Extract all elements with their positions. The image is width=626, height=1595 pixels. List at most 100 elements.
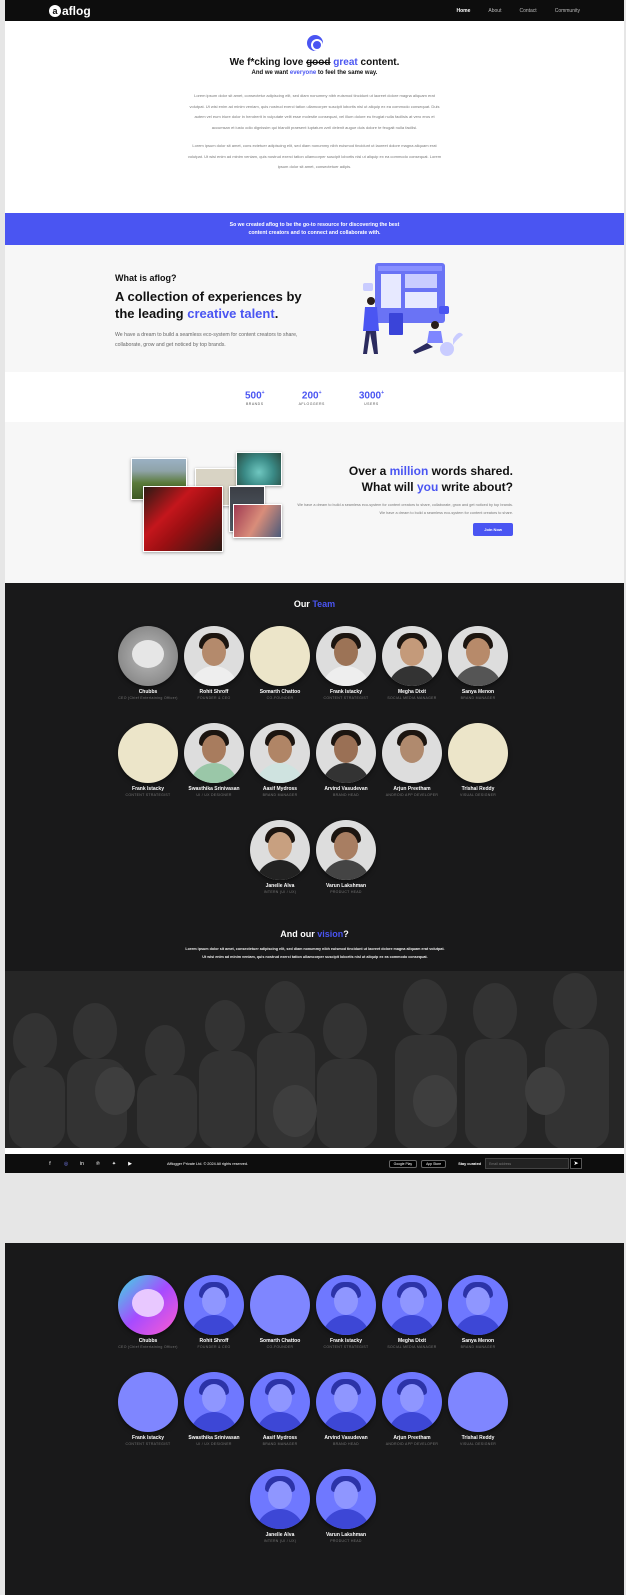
avatar [184, 1372, 244, 1432]
team-member-card[interactable]: Aasif Mydross BRAND MANAGER [247, 1372, 313, 1446]
facebook-icon[interactable]: f [47, 1161, 53, 1167]
stay-curated-label: Stay curated [458, 1161, 481, 1166]
pinterest-icon[interactable]: ℗ [95, 1161, 101, 1167]
team-member-card[interactable]: Janelle Alva INTERN (UI / UX) [247, 1469, 313, 1543]
send-icon[interactable]: ➤ [570, 1158, 582, 1169]
team-member-card[interactable]: Frank Istacky CONTENT STRATEGIST [313, 1275, 379, 1349]
mission-band: So we created aflog to be the go-to reso… [5, 213, 624, 245]
team-member-card[interactable]: Sanya Menon BRAND MANAGER [445, 626, 511, 700]
team-member-card[interactable]: Trishal Reddy VISUAL DESIGNER [445, 1372, 511, 1446]
team-member-card[interactable]: Rohit Shroff FOUNDER & CEO [181, 1275, 247, 1349]
member-name: Arjun Preetham [393, 786, 431, 792]
team-member-card[interactable]: Somarth Chattoo CO-FOUNDER [247, 626, 313, 700]
google-play-button[interactable]: Google Play [388, 1159, 418, 1168]
photo-portrait [233, 504, 282, 538]
team-member-card[interactable]: Aasif Mydross BRAND MANAGER [247, 723, 313, 797]
team-member-card[interactable]: Varun Lakshman PRODUCT HEAD [313, 1469, 379, 1543]
member-name: Swasthika Srinivasan [188, 1435, 240, 1441]
member-role: UI / UX DESIGNER [196, 793, 232, 797]
member-role: SOCIAL MEDIA MANAGER [387, 1345, 437, 1349]
member-role: PRODUCT HEAD [330, 890, 362, 894]
avatar [250, 723, 310, 783]
email-input[interactable]: Email address [485, 1158, 569, 1169]
team-member-card[interactable]: Varun Lakshman PRODUCT HEAD [313, 820, 379, 894]
member-name: Trishal Reddy [461, 786, 495, 792]
team-member-card[interactable]: Frank Istacky CONTENT STRATEGIST [115, 723, 181, 797]
logo-icon: a [49, 4, 61, 17]
nav-contact[interactable]: Contact [519, 8, 536, 14]
team-member-card[interactable]: Megha Dixit SOCIAL MEDIA MANAGER [379, 626, 445, 700]
avatar [118, 723, 178, 783]
team-member-card[interactable]: Janelle Alva INTERN (UI / UX) [247, 820, 313, 894]
member-name: Aasif Mydross [262, 1435, 298, 1441]
photo-kitkat [143, 486, 223, 552]
member-name: Frank Istacky [132, 1435, 164, 1441]
instagram-icon[interactable]: ◎ [63, 1161, 69, 1167]
copyright: Afflogger Private Ltd. © 2024 All rights… [167, 1161, 249, 1166]
team-member-card[interactable]: Rohit Shroff FOUNDER & CEO [181, 626, 247, 700]
logo[interactable]: a aflog [49, 4, 91, 18]
team-member-card[interactable]: Frank Istacky CONTENT STRATEGIST [115, 1372, 181, 1446]
member-role: CO-FOUNDER [266, 696, 294, 700]
words-body: We have a dream to build a seamless eco-… [297, 503, 513, 515]
member-role: SOCIAL MEDIA MANAGER [387, 696, 437, 700]
hero-paragraph-1: Lorem ipsum dolor sit amet, consectetur … [189, 93, 440, 130]
member-role: CONTENT STRATEGIST [323, 696, 369, 700]
words-heading: Over a million words shared. What will y… [348, 464, 513, 494]
nav-about[interactable]: About [488, 8, 501, 14]
avatar [250, 1372, 310, 1432]
app-store-button[interactable]: App Store [421, 1159, 447, 1168]
team-member-card[interactable]: Arjun Preetham ANDROID APP DEVELOPER [379, 723, 445, 797]
hero-section: We f*cking love good great content. And … [5, 21, 624, 213]
member-role: FOUNDER & CEO [197, 1345, 231, 1349]
what-is-aflog-section: What is aflog? A collection of experienc… [5, 245, 624, 372]
member-role: BRAND HEAD [333, 1442, 359, 1446]
team-group-photo [5, 971, 624, 1148]
member-role: CONTENT STRATEGIST [125, 793, 171, 797]
stats-section: 500+ BRANDS 200+ AFLOGGERS 3000+ USERS [5, 372, 624, 422]
what-body: We have a dream to build a seamless eco-… [115, 332, 298, 348]
member-role: VISUAL DESIGNER [459, 1442, 497, 1446]
member-role: FOUNDER & CEO [197, 696, 231, 700]
team-member-card[interactable]: Frank Istacky CONTENT STRATEGIST [313, 626, 379, 700]
member-name: Swasthika Srinivasan [188, 786, 240, 792]
team-member-card[interactable]: Megha Dixit SOCIAL MEDIA MANAGER [379, 1275, 445, 1349]
avatar [316, 626, 376, 686]
page-frame: a aflog Home About Contact Community We … [5, 0, 624, 1173]
member-name: Aasif Mydross [262, 786, 298, 792]
team-member-card[interactable]: Swasthika Srinivasan UI / UX DESIGNER [181, 1372, 247, 1446]
avatar [118, 626, 178, 686]
team-member-card[interactable]: Somarth Chattoo CO-FOUNDER [247, 1275, 313, 1349]
member-name: Chubbs [138, 1338, 158, 1344]
stat-users: 3000+ USERS [358, 390, 385, 407]
team-member-card[interactable]: Arvind Vasudevan BRAND HEAD [313, 723, 379, 797]
member-name: Somarth Chattoo [259, 689, 301, 695]
team-member-card[interactable]: Chubbs CEO (Chief Entertaining Officer) [115, 1275, 181, 1349]
team-member-card[interactable]: Sanya Menon BRAND MANAGER [445, 1275, 511, 1349]
team-member-card[interactable]: Arvind Vasudevan BRAND HEAD [313, 1372, 379, 1446]
member-name: Frank Istacky [330, 1338, 362, 1344]
member-name: Megha Dixit [397, 689, 427, 695]
collaboration-illustration [363, 263, 463, 356]
member-role: INTERN (UI / UX) [263, 1539, 297, 1543]
youtube-icon[interactable]: ▶ [127, 1161, 133, 1167]
team-member-card[interactable]: Chubbs CEO (Chief Entertaining Officer) [115, 626, 181, 700]
words-shared-section: Over a million words shared. What will y… [5, 422, 624, 583]
member-name: Arvind Vasudevan [324, 786, 368, 792]
nav-community[interactable]: Community [555, 8, 580, 14]
linkedin-icon[interactable]: in [79, 1161, 85, 1167]
team-title: Our Team [293, 599, 336, 609]
member-name: Sanya Menon [461, 689, 495, 695]
nav-home[interactable]: Home [456, 8, 470, 14]
join-now-button[interactable]: Join Now [473, 523, 513, 536]
vision-title: And our vision? [280, 929, 349, 939]
member-role: CO-FOUNDER [266, 1345, 294, 1349]
avatar [448, 1275, 508, 1335]
team-member-card[interactable]: Trishal Reddy VISUAL DESIGNER [445, 723, 511, 797]
member-role: CONTENT STRATEGIST [125, 1442, 171, 1446]
team-member-card[interactable]: Arjun Preetham ANDROID APP DEVELOPER [379, 1372, 445, 1446]
top-nav: a aflog Home About Contact Community [5, 0, 624, 21]
team-member-card[interactable]: Swasthika Srinivasan UI / UX DESIGNER [181, 723, 247, 797]
avatar [250, 820, 310, 880]
twitter-icon[interactable]: ✦ [111, 1161, 117, 1167]
